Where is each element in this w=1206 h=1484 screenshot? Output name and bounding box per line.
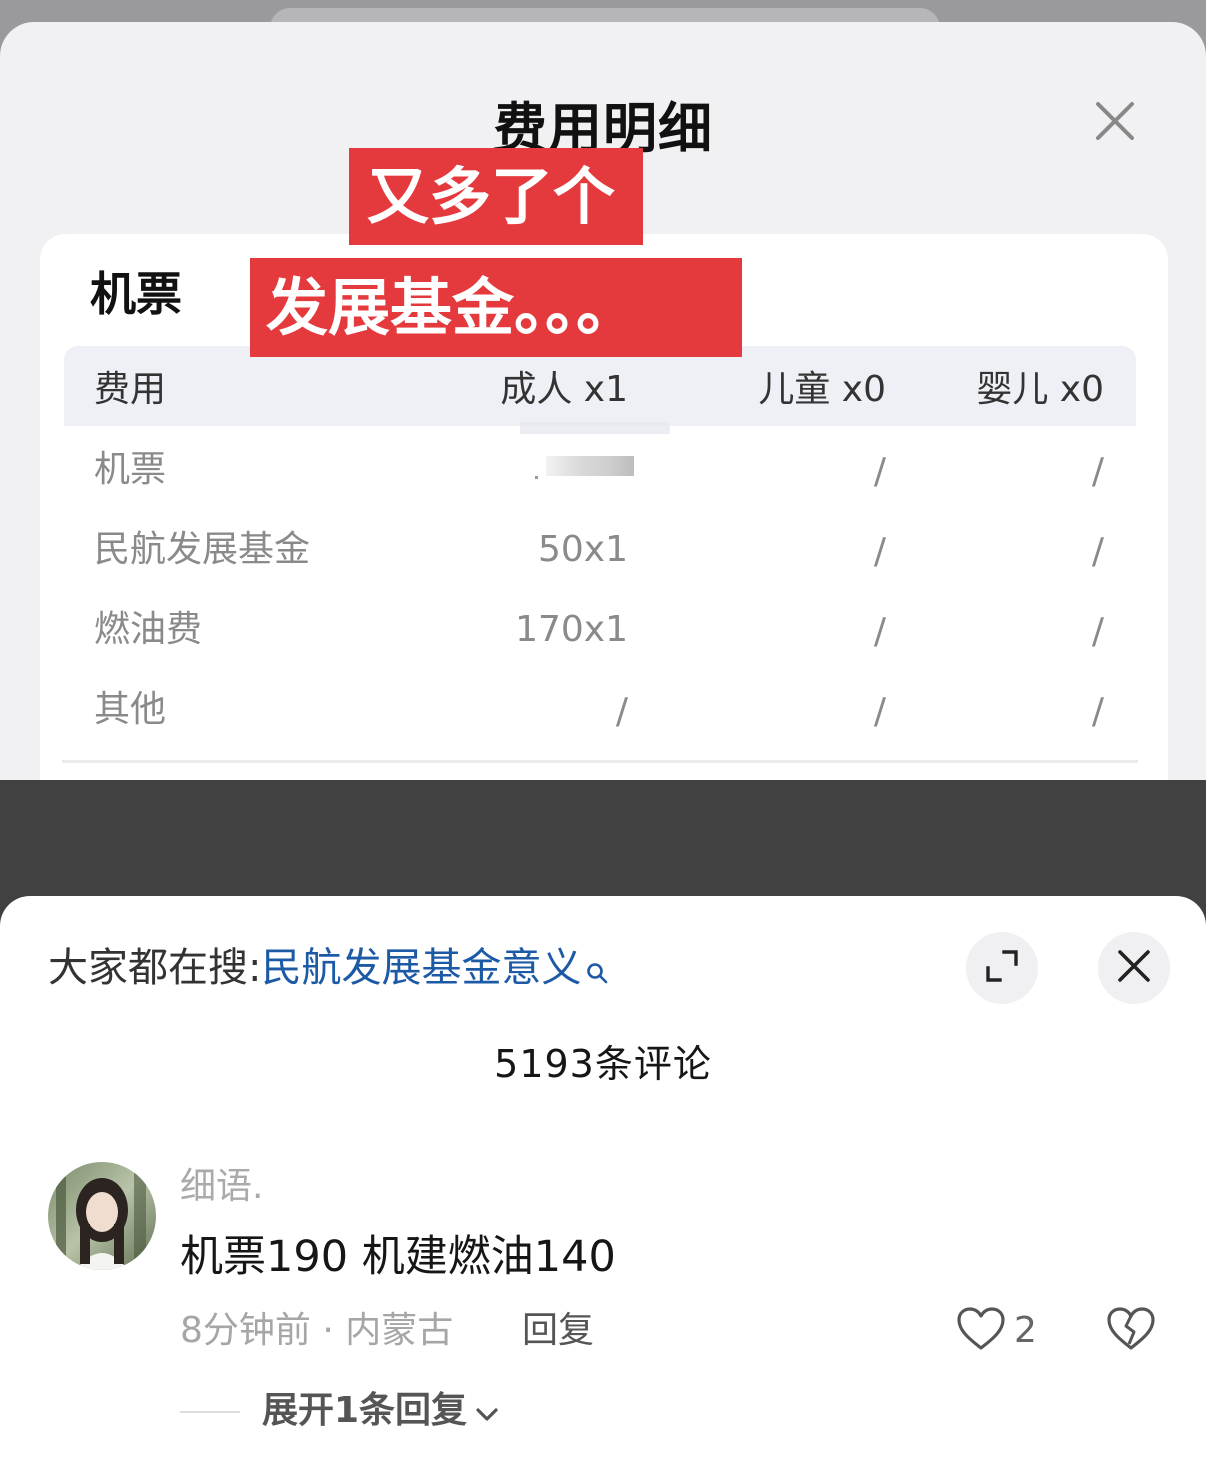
column-header-adult: 成人 x1 bbox=[500, 369, 628, 410]
column-header-fee: 费用 bbox=[94, 369, 167, 410]
reply-button[interactable]: 回复 bbox=[522, 1308, 594, 1354]
reply-divider bbox=[180, 1411, 240, 1413]
column-header-child: 儿童 x0 bbox=[758, 369, 886, 410]
card-title: 机票 bbox=[90, 267, 182, 321]
broken-heart-icon[interactable] bbox=[1106, 1306, 1156, 1356]
close-icon bbox=[1116, 948, 1152, 988]
close-comments-button[interactable] bbox=[1098, 932, 1170, 1004]
trending-search-label: 大家都在搜: bbox=[48, 945, 262, 991]
table-cell-infant: / bbox=[1091, 611, 1104, 652]
expand-replies-label: 展开1条回复 bbox=[262, 1390, 468, 1431]
trending-search[interactable]: 大家都在搜:民航发展基金意义 bbox=[48, 942, 609, 998]
expand-button[interactable] bbox=[966, 932, 1038, 1004]
table-row-name: 其他 bbox=[94, 689, 167, 730]
like-count: 2 bbox=[1014, 1310, 1037, 1351]
heart-icon[interactable] bbox=[956, 1306, 1006, 1356]
expand-icon bbox=[984, 948, 1020, 988]
table-cell-child: / bbox=[873, 531, 886, 572]
table-cell-child: / bbox=[873, 611, 886, 652]
table-cell-adult: 50x1 bbox=[537, 529, 628, 570]
table-cell-child: / bbox=[873, 691, 886, 732]
comment-meta: 8分钟前 · 内蒙古 bbox=[180, 1310, 454, 1351]
table-cell-child: / bbox=[873, 451, 886, 492]
close-icon[interactable] bbox=[1090, 96, 1140, 146]
table-row-name: 燃油费 bbox=[94, 609, 203, 650]
chevron-down-icon bbox=[475, 1389, 499, 1435]
redaction-smudge bbox=[520, 422, 670, 434]
table-cell-adult: / bbox=[615, 691, 628, 732]
caption-sticker-2: 发展基金。。。 bbox=[250, 258, 742, 357]
table-cell-adult: 170x1 bbox=[515, 609, 628, 650]
table-cell-infant: / bbox=[1091, 451, 1104, 492]
comment-count: 5193条评论 bbox=[494, 1042, 712, 1086]
table-cell-infant: / bbox=[1091, 531, 1104, 572]
avatar[interactable] bbox=[48, 1162, 156, 1270]
search-icon bbox=[585, 946, 609, 998]
comment-text: 机票190 机建燃油140 bbox=[180, 1232, 616, 1282]
blurred-price bbox=[546, 456, 634, 476]
table-row-name: 机票 bbox=[94, 449, 167, 490]
trending-search-link[interactable]: 民航发展基金意义 bbox=[261, 945, 581, 991]
comment-username[interactable]: 细语. bbox=[180, 1164, 263, 1210]
caption-sticker-1: 又多了个 bbox=[349, 148, 643, 245]
column-header-infant: 婴儿 x0 bbox=[976, 369, 1104, 410]
table-divider bbox=[62, 760, 1138, 763]
redaction-dot bbox=[535, 476, 538, 479]
table-row-name: 民航发展基金 bbox=[94, 529, 311, 570]
table-cell-infant: / bbox=[1091, 691, 1104, 732]
expand-replies-button[interactable]: 展开1条回复 bbox=[262, 1388, 499, 1435]
